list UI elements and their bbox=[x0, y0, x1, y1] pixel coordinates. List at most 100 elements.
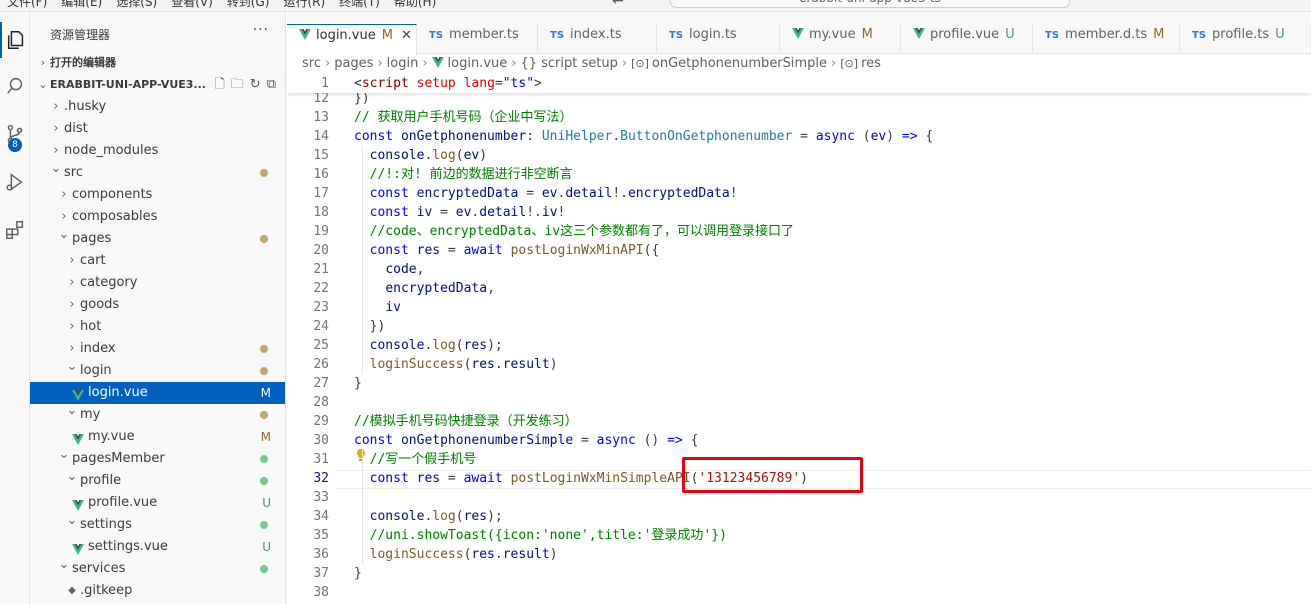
code-text: const encryptedData = ev.detail!.encrypt… bbox=[354, 184, 738, 203]
tree-item[interactable]: ⌄ login bbox=[30, 359, 285, 382]
project-label: ERABBIT-UNI-APP-VUE3... bbox=[50, 78, 206, 91]
tree-item[interactable]: ⌄ settings bbox=[30, 513, 285, 536]
tree-item-label: .husky bbox=[64, 99, 107, 114]
breadcrumb-item[interactable]: {} script setup bbox=[520, 56, 617, 71]
code-token: res bbox=[471, 357, 495, 372]
tree-item[interactable]: › hot bbox=[30, 316, 285, 338]
chevron-right-icon: › bbox=[53, 99, 59, 114]
tab-index-ts[interactable]: TS index.ts bbox=[538, 24, 657, 54]
refresh-icon[interactable]: ↻ bbox=[250, 74, 261, 96]
code-token: detail bbox=[565, 186, 613, 201]
ts-file-icon: TS bbox=[1045, 30, 1060, 41]
code-token: () bbox=[643, 433, 668, 448]
code-line: 30 const onGetphonenumberSimple = async (… bbox=[287, 431, 1311, 450]
back-arrow-icon[interactable]: ← bbox=[612, 0, 624, 9]
breadcrumb-item[interactable]: onGetphonenumberSimple bbox=[652, 56, 827, 71]
tree-item[interactable]: ◆ .gitkeep bbox=[30, 580, 285, 602]
code-token: => bbox=[667, 433, 683, 448]
code-line: 36 loginSuccess(res.result) bbox=[287, 545, 1311, 564]
breadcrumb-item[interactable]: login bbox=[387, 56, 419, 71]
tab-login-vue[interactable]: login.vue M ✕ bbox=[287, 24, 417, 55]
code-token: } bbox=[354, 566, 362, 581]
menu-bar: 文件(F) 编辑(E) 选择(S) 查看(V) 转到(G) 运行(R) 终端(T) 帮助(H) bbox=[0, 0, 443, 10]
tree-item[interactable]: ⌄ profile bbox=[30, 469, 285, 492]
code-token: async bbox=[596, 433, 644, 448]
breadcrumb-item[interactable]: pages bbox=[334, 56, 373, 71]
tab-git-status: U bbox=[1275, 27, 1285, 42]
command-center-search[interactable]: erabbit-uni-app-vue3-ts bbox=[670, 0, 1070, 8]
code-token: ev bbox=[870, 129, 887, 144]
tree-item[interactable]: › node_modules bbox=[30, 140, 285, 162]
line-number: 1 bbox=[321, 76, 329, 91]
line-number: 35 bbox=[313, 528, 329, 543]
tree-item-label: profile.vue bbox=[88, 495, 158, 510]
tab-git-status: M bbox=[861, 27, 873, 42]
tree-item-label: dist bbox=[64, 121, 88, 136]
run-debug-icon[interactable] bbox=[0, 164, 30, 200]
line-number: 29 bbox=[313, 414, 329, 429]
code-token: res bbox=[463, 338, 488, 353]
git-status-badge: M bbox=[260, 386, 271, 400]
line-number: 33 bbox=[313, 490, 329, 505]
more-actions-icon[interactable]: ··· bbox=[253, 22, 269, 38]
tab-member-d-ts[interactable]: TS member.d.ts M bbox=[1033, 24, 1180, 54]
menu-item[interactable]: 编辑(E) bbox=[54, 0, 109, 10]
tree-item[interactable]: › goods bbox=[30, 294, 285, 316]
tab-label: profile.vue bbox=[930, 27, 1000, 42]
close-icon[interactable]: ✕ bbox=[401, 28, 412, 43]
tree-item[interactable]: › .husky bbox=[30, 96, 285, 118]
tab-my-vue[interactable]: my.vue M bbox=[780, 24, 901, 54]
menu-item[interactable]: 转到(G) bbox=[220, 0, 277, 10]
code-token: postLoginWxMinAPI bbox=[510, 243, 644, 258]
tree-item[interactable]: ⌄ my bbox=[30, 403, 285, 426]
chevron-right-icon: › bbox=[69, 275, 75, 290]
variable-icon: [⊙] bbox=[631, 57, 649, 70]
code-token: encryptedData bbox=[416, 186, 519, 201]
code-line: 26 loginSuccess(res.result) bbox=[287, 355, 1311, 374]
project-section[interactable]: ⌄ ERABBIT-UNI-APP-VUE3... 🗋 🗀 ↻ ⧉ bbox=[36, 74, 284, 96]
breadcrumb-item[interactable]: login.vue bbox=[448, 56, 508, 71]
tree-item[interactable]: › components bbox=[30, 184, 285, 206]
tree-item[interactable]: ⌄ pages bbox=[30, 227, 285, 250]
menu-item[interactable]: 运行(R) bbox=[276, 0, 332, 10]
extensions-icon[interactable] bbox=[0, 212, 30, 248]
collapse-all-icon[interactable]: ⧉ bbox=[267, 74, 276, 96]
breadcrumb-item[interactable]: res bbox=[861, 56, 881, 71]
menu-item[interactable]: 文件(F) bbox=[0, 0, 54, 10]
new-file-icon[interactable]: 🗋 bbox=[214, 74, 224, 96]
code-text: //!:对! 前边的数据进行非空断言 bbox=[354, 165, 573, 184]
tab-member-ts[interactable]: TS member.ts bbox=[417, 24, 538, 54]
tree-item[interactable]: ⌄ services bbox=[30, 557, 285, 580]
breadcrumb-item[interactable]: src bbox=[302, 56, 321, 71]
line-number: 25 bbox=[313, 338, 329, 353]
tree-item[interactable]: › cart bbox=[30, 250, 285, 272]
menu-item[interactable]: 终端(T) bbox=[332, 0, 387, 10]
code-token: //uni.showToast({icon:'none',title:'登录成功… bbox=[369, 528, 727, 543]
tab-label: index.ts bbox=[570, 27, 622, 42]
code-text: const onGetphonenumber: UniHelper.Button… bbox=[354, 127, 933, 146]
tab-login-ts[interactable]: TS login.ts bbox=[657, 24, 780, 54]
code-token: // 获取用户手机号码（企业中写法） bbox=[354, 110, 573, 125]
tab-profile-vue[interactable]: profile.vue U bbox=[901, 24, 1033, 54]
chevron-down-icon: ⌄ bbox=[66, 403, 78, 418]
tree-item[interactable]: ⌄ src bbox=[30, 161, 285, 184]
code-token: postLoginWxMinSimpleAPI bbox=[510, 471, 691, 486]
new-folder-icon[interactable]: 🗀 bbox=[231, 74, 244, 96]
code-token: UniHelper bbox=[541, 129, 613, 144]
tree-item[interactable]: › dist bbox=[30, 118, 285, 140]
open-editors-label: 打开的编辑器 bbox=[50, 56, 116, 69]
code-line: 27} bbox=[287, 374, 1311, 393]
tab-profile-ts[interactable]: TS profile.ts U bbox=[1180, 24, 1311, 54]
search-icon[interactable] bbox=[0, 68, 30, 104]
activity-bar: 8 bbox=[0, 12, 30, 604]
tree-item-label: src bbox=[64, 165, 83, 180]
open-editors-section[interactable]: › 打开的编辑器 bbox=[36, 52, 284, 74]
code-token: ) bbox=[549, 357, 558, 372]
menu-item[interactable]: 帮助(H) bbox=[387, 0, 443, 10]
code-line: 21 code, bbox=[287, 260, 1311, 279]
tree-item[interactable]: › category bbox=[30, 272, 285, 294]
explorer-icon[interactable] bbox=[0, 22, 30, 58]
menu-item[interactable]: 查看(V) bbox=[164, 0, 220, 10]
menu-item[interactable]: 选择(S) bbox=[109, 0, 164, 10]
code-editor[interactable]: 12}) 13// 获取用户手机号码（企业中写法） 14 const onGetpho… bbox=[287, 74, 1311, 604]
